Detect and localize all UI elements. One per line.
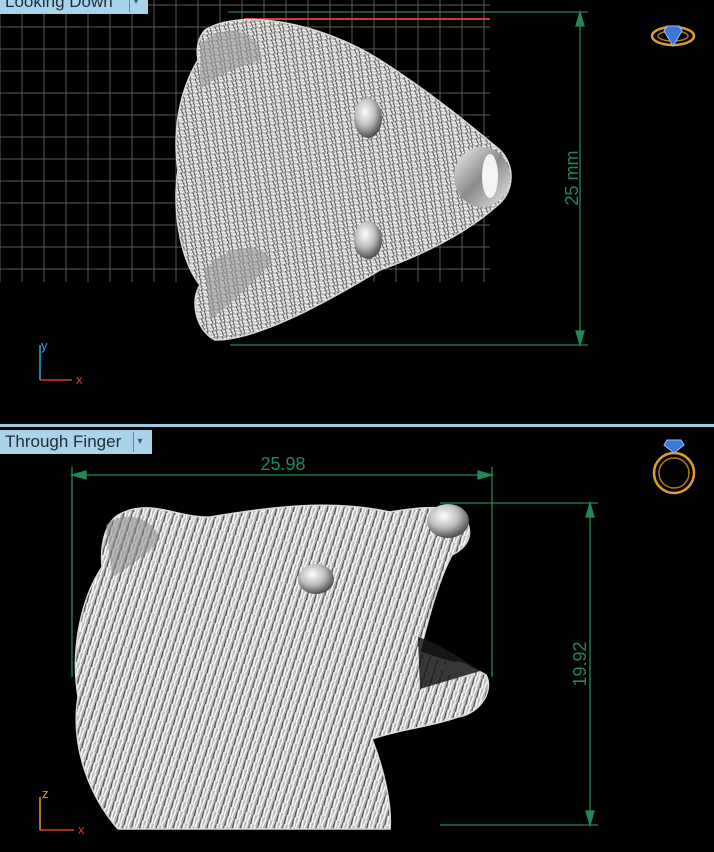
viewport-name: Looking Down — [5, 0, 113, 11]
chevron-down-icon[interactable]: ▾ — [129, 0, 142, 12]
height-dimension-label: 25 mm — [562, 150, 582, 205]
viewport-tab-looking-down[interactable]: Looking Down ▾ — [0, 0, 148, 14]
y-axis-label: y — [41, 338, 48, 353]
ring-top-view-icon[interactable] — [650, 25, 696, 47]
x-axis-label: x — [76, 372, 83, 387]
bottom-viewport-canvas: 25.98 19.92 x z — [39, 439, 696, 837]
bottom-viewport[interactable]: 25.98 19.92 x z Through Finger ▾ — [0, 427, 714, 852]
x-axis-label-side: x — [78, 822, 85, 837]
bear-head-side-model — [74, 504, 490, 830]
z-axis-label: z — [42, 786, 49, 801]
width-dimension-label: 25.98 — [260, 454, 305, 474]
ring-side-view-icon[interactable] — [652, 439, 696, 495]
height-dimension-label-side: 19.92 — [570, 641, 590, 686]
top-viewport-canvas: 25 mm x y — [0, 0, 696, 387]
viewport-tab-through-finger[interactable]: Through Finger ▾ — [0, 430, 152, 454]
axis-indicator: x y — [39, 338, 83, 387]
chevron-down-icon[interactable]: ▾ — [133, 432, 146, 452]
bear-head-top-model — [175, 18, 512, 341]
viewport-name-bottom: Through Finger — [5, 432, 122, 451]
axis-indicator-side: x z — [39, 786, 85, 837]
top-viewport[interactable]: 25 mm x y Looking Down ▾ — [0, 0, 714, 424]
